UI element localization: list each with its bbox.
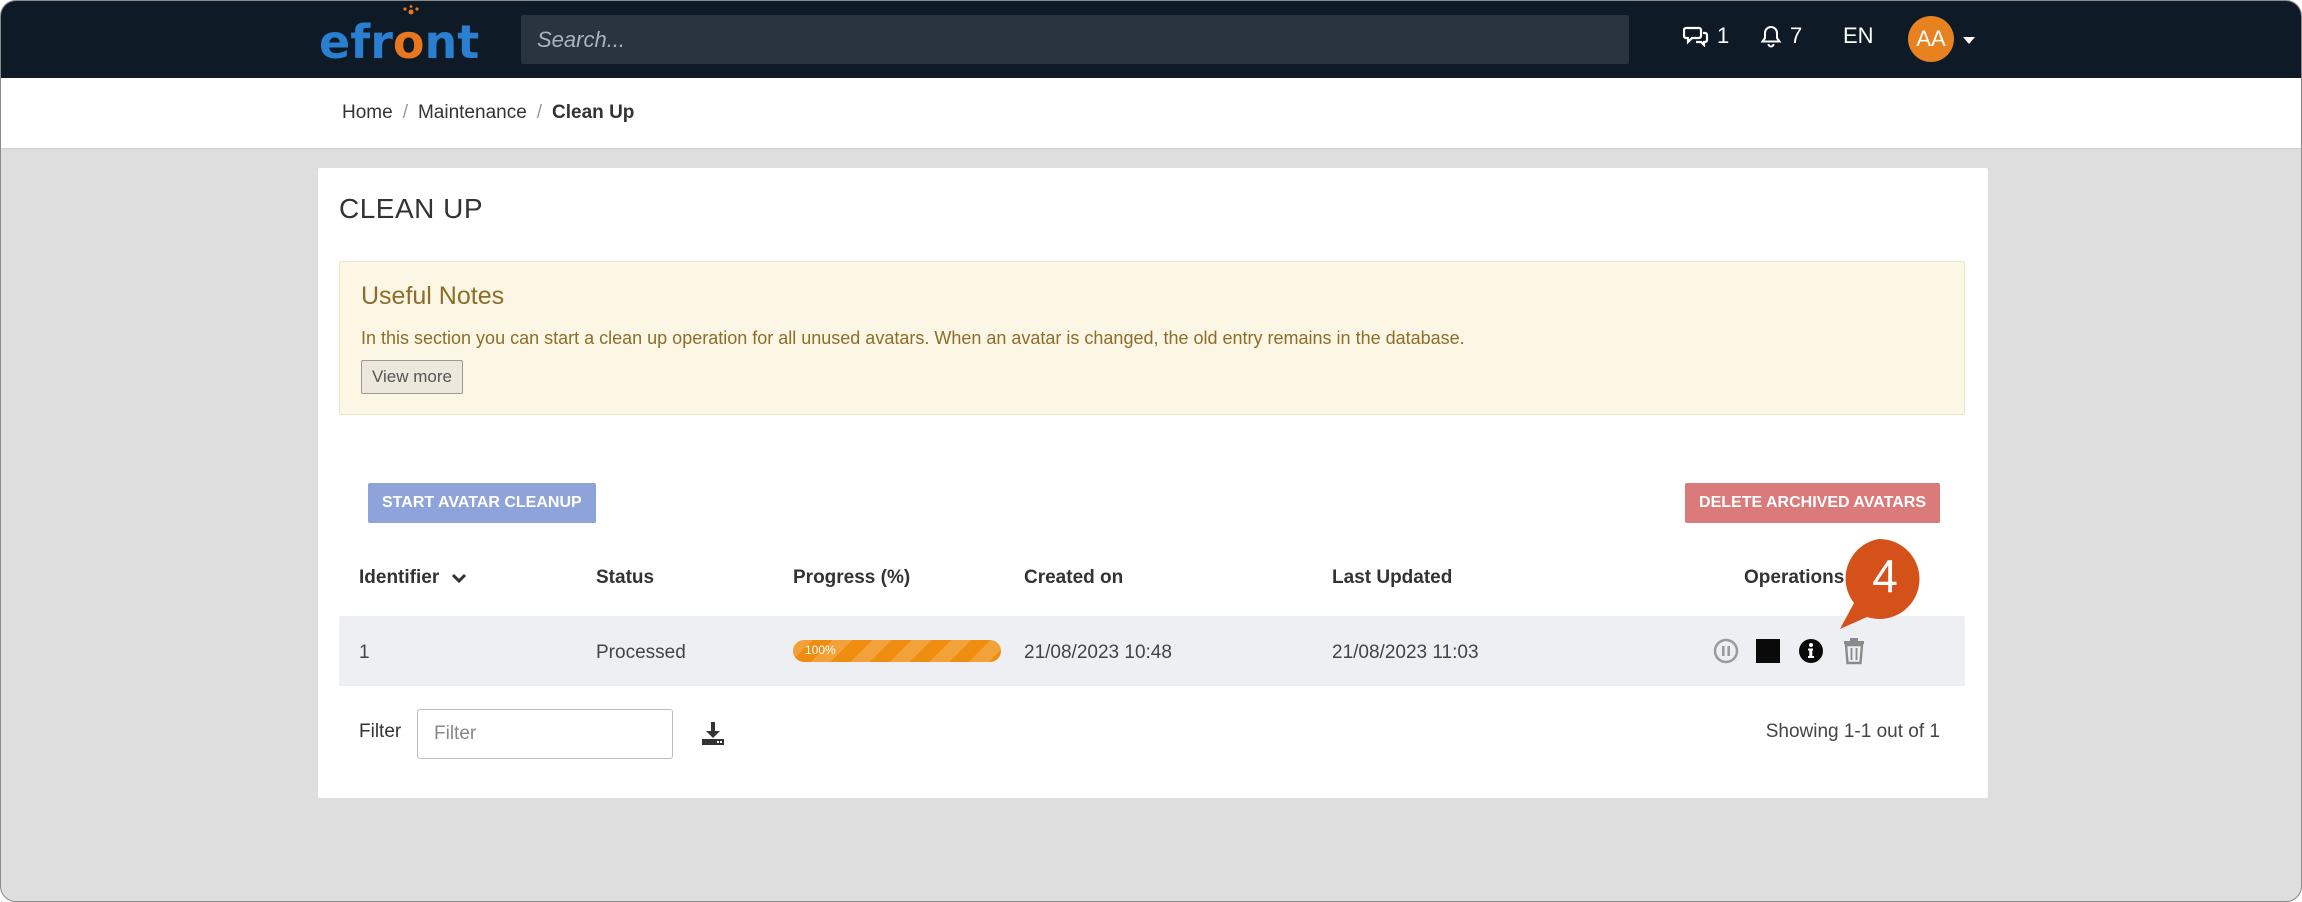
breadcrumb-maintenance[interactable]: Maintenance [418,102,527,124]
breadcrumb-current: Clean Up [552,102,635,123]
column-header-label: Created on [1024,567,1124,588]
main-card: CLEAN UP Useful Notes In this section yo… [318,168,1988,798]
column-header-identifier[interactable]: Identifier [359,567,467,589]
progress-bar: 100% [793,640,1001,662]
column-header-label: Operations [1744,567,1845,588]
messages-button[interactable]: 1 [1683,23,1729,49]
search-input[interactable] [521,15,1629,64]
trash-icon[interactable] [1842,637,1866,665]
cell-created-on: 21/08/2023 10:48 [1024,642,1172,663]
chevron-down-icon[interactable] [1963,37,1975,44]
efront-logo[interactable]: efro nt [319,5,479,69]
column-header-progress[interactable]: Progress (%) [793,567,910,589]
breadcrumb-separator: / [402,102,408,123]
callout-number: 4 [1872,550,1898,602]
column-header-label: Last Updated [1332,567,1453,588]
bell-icon [1760,25,1782,48]
stop-icon[interactable] [1755,638,1781,664]
view-more-button[interactable]: View more [361,360,463,394]
pause-icon[interactable] [1713,638,1739,664]
progress-label: 100% [805,643,836,657]
language-label: EN [1843,23,1874,48]
chevron-down-icon[interactable] [451,572,467,584]
column-header-operations: Operations [1744,567,1844,589]
column-header-status[interactable]: Status [596,567,654,589]
column-header-label: Status [596,567,655,588]
pagination-info: Showing 1-1 out of 1 [1765,721,1940,742]
filter-input[interactable] [417,709,673,759]
messages-count: 1 [1717,23,1730,48]
app-window: efront 1 7 EN AA Home / [0,0,2302,902]
column-header-created-on[interactable]: Created on [1024,567,1123,589]
cell-identifier: 1 [359,642,370,663]
top-navbar: efront 1 7 EN AA [1,1,2301,78]
chat-icon [1683,26,1709,47]
breadcrumb-home[interactable]: Home [342,102,393,124]
start-avatar-cleanup-button[interactable]: START AVATAR CLEANUP [368,483,596,523]
user-avatar[interactable]: AA [1908,16,1954,62]
column-header-label: Identifier [359,567,440,588]
download-icon[interactable] [700,720,726,746]
notes-title: Useful Notes [361,282,505,310]
breadcrumb: Home / Maintenance / Clean Up [342,102,634,124]
notifications-count: 7 [1790,23,1803,48]
column-header-last-updated[interactable]: Last Updated [1332,567,1452,589]
notifications-button[interactable]: 7 [1760,23,1802,49]
page-title: CLEAN UP [339,193,484,224]
cell-status: Processed [596,642,686,663]
notes-text: In this section you can start a clean up… [361,328,1465,348]
language-selector[interactable]: EN [1843,23,1874,49]
breadcrumb-bar: Home / Maintenance / Clean Up [1,78,2301,149]
info-icon[interactable] [1798,638,1824,664]
delete-archived-avatars-button[interactable]: DELETE ARCHIVED AVATARS [1685,483,1940,523]
useful-notes-panel: Useful Notes In this section you can sta… [339,261,1965,415]
column-header-label: Progress (%) [793,567,911,588]
cell-last-updated: 21/08/2023 11:03 [1332,642,1479,663]
avatar-initials: AA [1916,26,1946,51]
filter-label: Filter [359,721,402,742]
breadcrumb-separator: / [536,102,543,123]
